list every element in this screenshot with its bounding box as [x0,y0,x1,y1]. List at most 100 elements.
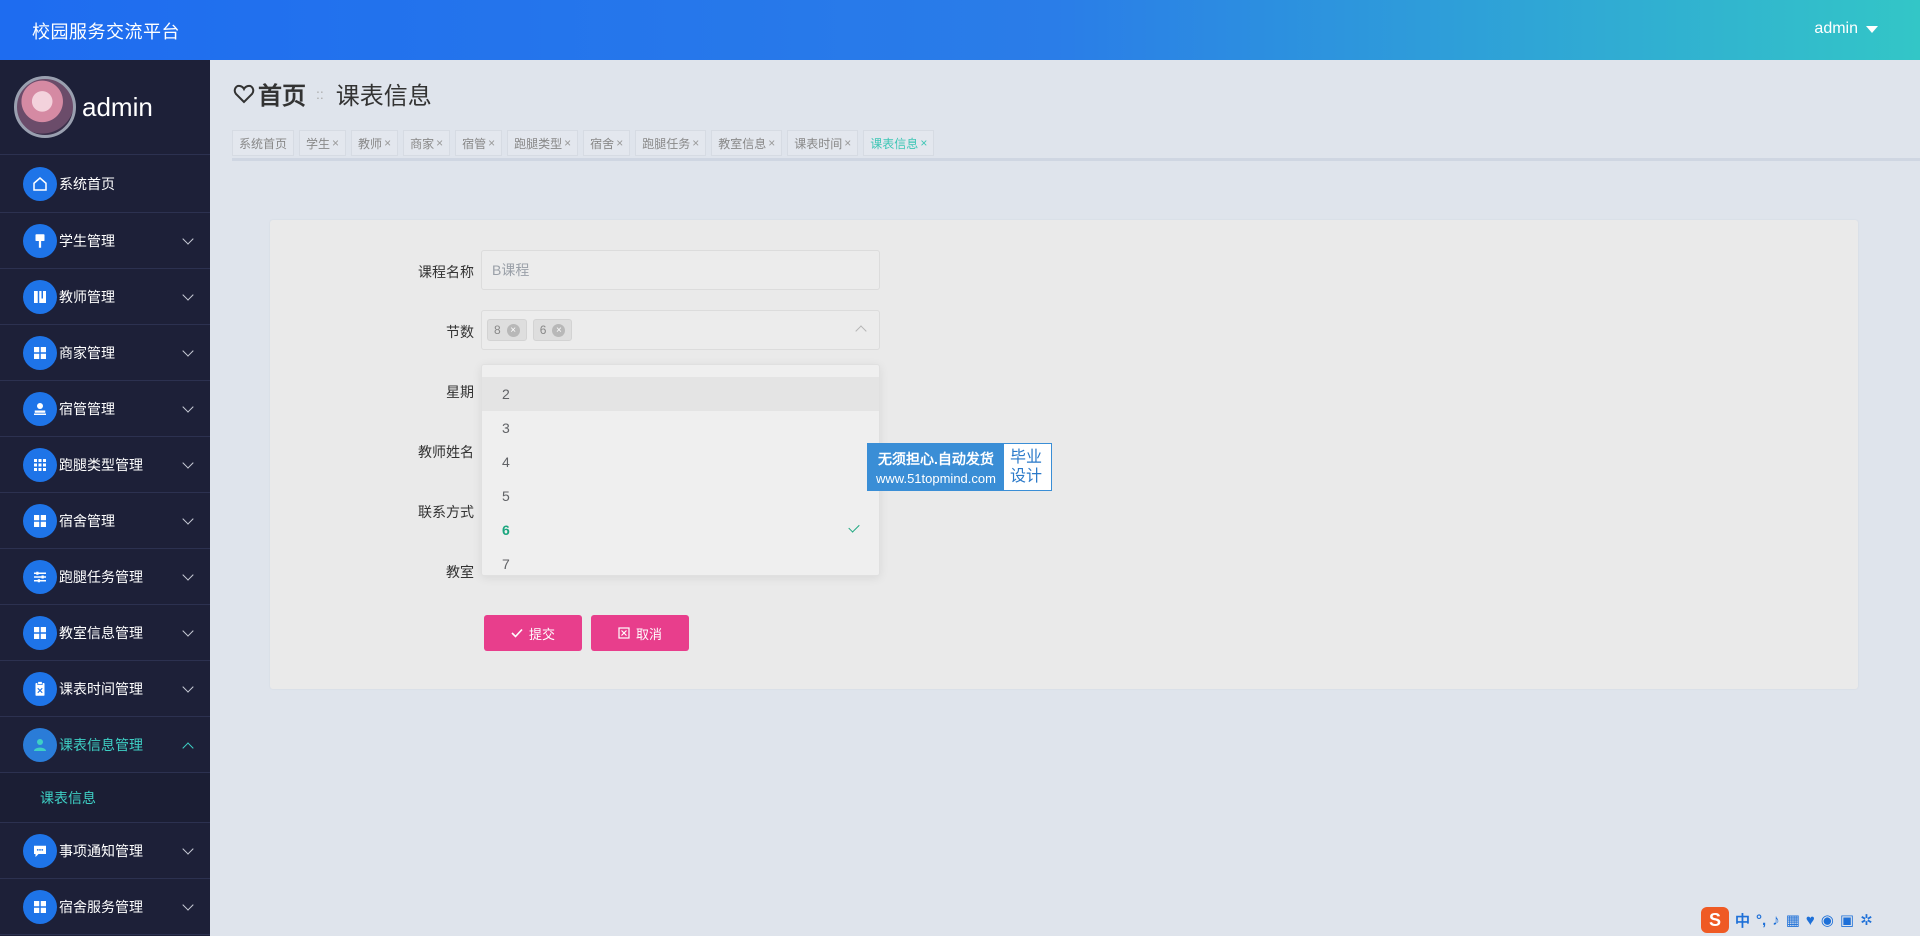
close-icon[interactable]: × [920,136,927,150]
sidebar-item-dorms[interactable]: 宿舍管理 [0,493,210,549]
clipboard-icon [23,671,57,706]
tab-schedule-times[interactable]: 课表时间 × [787,130,859,156]
classroom-label: 教室 [446,564,474,580]
cancel-button[interactable]: 取消 [591,615,689,651]
settings-icon[interactable]: ✲ [1860,911,1873,929]
dropdown-option-selected[interactable]: 6 [482,513,879,547]
close-icon[interactable]: × [768,136,775,150]
sidebar-item-label: 宿舍服务管理 [59,898,143,915]
close-icon[interactable]: × [844,136,851,150]
tab-errand-tasks[interactable]: 跑腿任务 × [635,130,707,156]
apps-icon [23,447,57,482]
check-icon [848,521,860,533]
course-name-input[interactable]: B课程 [481,250,880,290]
close-icon[interactable]: × [384,136,391,150]
sidebar-item-label: 宿管管理 [59,400,115,417]
chevron-down-icon [182,569,194,581]
chevron-down-icon [182,289,194,301]
grid-icon [23,335,57,370]
weekday-label: 星期 [446,384,474,400]
dropdown-option[interactable]: 2 [482,377,879,411]
tab-merchants[interactable]: 商家 × [403,130,451,156]
dropdown-option[interactable]: 3 [482,411,879,445]
tabs-bar: 系统首页 学生 × 教师 × 商家 × 宿管 × 跑腿类型 × 宿舍 × 跑腿任务 × 教室信… [232,130,1920,161]
sidebar-item-classrooms[interactable]: 教室信息管理 [0,605,210,661]
sidebar-item-home[interactable]: 系统首页 [0,155,210,213]
toolbox-icon[interactable]: ◉ [1821,911,1834,929]
form-actions: 提交 取消 [270,615,970,655]
watermark-ad: 无须担心.自动发货 www.51topmind.com 毕业 设计 [867,443,1052,491]
close-icon[interactable]: × [564,136,571,150]
chevron-down-icon [182,401,194,413]
chevron-down-icon [182,899,194,911]
tab-students[interactable]: 学生 × [299,130,347,156]
tab-label: 课表信息 [870,136,919,151]
user-name: admin [1814,20,1858,37]
sidebar-item-errand-types[interactable]: 跑腿类型管理 [0,437,210,493]
sidebar: admin 系统首页 学生管理 教师管理 商家管理 宿管管理 跑腿类型管理 宿舍… [0,60,210,936]
grid-icon [23,889,57,924]
watermark-side1: 毕业 [1010,449,1043,466]
close-icon[interactable]: × [616,136,623,150]
chevron-up-icon [182,742,194,754]
close-icon[interactable]: × [488,136,495,150]
tab-label: 学生 [306,136,331,151]
punctuation-icon[interactable]: °, [1756,912,1766,929]
keyboard-icon[interactable]: ▦ [1786,911,1800,929]
grid-icon [23,615,57,650]
chat-icon [23,833,57,868]
close-icon[interactable]: × [436,136,443,150]
breadcrumb-home[interactable]: 首页 [258,76,306,111]
tag-close-icon[interactable]: × [506,323,520,337]
sidebar-item-schedule-times[interactable]: 课表时间管理 [0,661,210,717]
tag-close-icon[interactable]: × [552,323,566,337]
tab-dorms[interactable]: 宿舍 × [583,130,631,156]
sidebar-item-dorm-managers[interactable]: 宿管管理 [0,381,210,437]
sidebar-item-notices[interactable]: 事项通知管理 [0,823,210,879]
skin-icon[interactable]: ♥ [1806,912,1815,929]
tab-errand-types[interactable]: 跑腿类型 × [507,130,579,156]
ime-logo[interactable]: S [1701,907,1729,933]
sidebar-item-merchants[interactable]: 商家管理 [0,325,210,381]
sidebar-item-teachers[interactable]: 教师管理 [0,269,210,325]
selected-tag: 8 × [487,319,527,341]
sections-select[interactable]: 8 × 6 × [481,310,880,350]
dropdown-option[interactable]: 5 [482,479,879,513]
caret-down-icon [1866,25,1878,33]
dropdown-option[interactable]: 4 [482,445,879,479]
close-icon[interactable]: × [332,136,339,150]
submit-button[interactable]: 提交 [484,615,582,651]
sidebar-item-label: 教师管理 [59,288,115,305]
form-row-sections: 节数 8 × 6 × [270,310,970,350]
contact-label: 联系方式 [418,504,474,520]
sidebar-item-schedule-info[interactable]: 课表信息管理 [0,717,210,773]
tab-teachers[interactable]: 教师 × [351,130,399,156]
watermark-line2: www.51topmind.com [876,471,996,486]
dropdown-option[interactable]: 7 [482,547,879,575]
cancel-label: 取消 [635,626,662,642]
stamp-icon [23,391,57,426]
tab-home[interactable]: 系统首页 [232,130,295,156]
submenu-item-schedule-info[interactable]: 课表信息 [0,773,210,823]
tab-dorm-managers[interactable]: 宿管 × [455,130,503,156]
microphone-icon[interactable]: ♪ [1772,912,1780,929]
user-menu[interactable]: admin [1814,20,1878,38]
avatar [14,76,76,138]
sidebar-item-label: 事项通知管理 [59,842,143,859]
sidebar-item-students[interactable]: 学生管理 [0,213,210,269]
sidebar-item-errand-tasks[interactable]: 跑腿任务管理 [0,549,210,605]
ime-language[interactable]: 中 [1735,910,1750,931]
chevron-down-icon [182,843,194,855]
sidebar-item-dorm-services[interactable]: 宿舍服务管理 [0,879,210,935]
tab-label: 系统首页 [239,136,288,151]
tab-classrooms[interactable]: 教室信息 × [711,130,783,156]
grid-icon[interactable]: ▣ [1840,911,1854,929]
close-icon[interactable]: × [692,136,699,150]
form-row-course-name: 课程名称 B课程 [270,250,970,290]
tab-label: 教室信息 [718,136,767,151]
chevron-down-icon [182,513,194,525]
sidebar-item-label: 系统首页 [59,175,115,192]
tab-schedule-info[interactable]: 课表信息 × [863,130,935,156]
tab-label: 跑腿任务 [642,136,691,151]
tab-label: 宿舍 [590,136,615,151]
